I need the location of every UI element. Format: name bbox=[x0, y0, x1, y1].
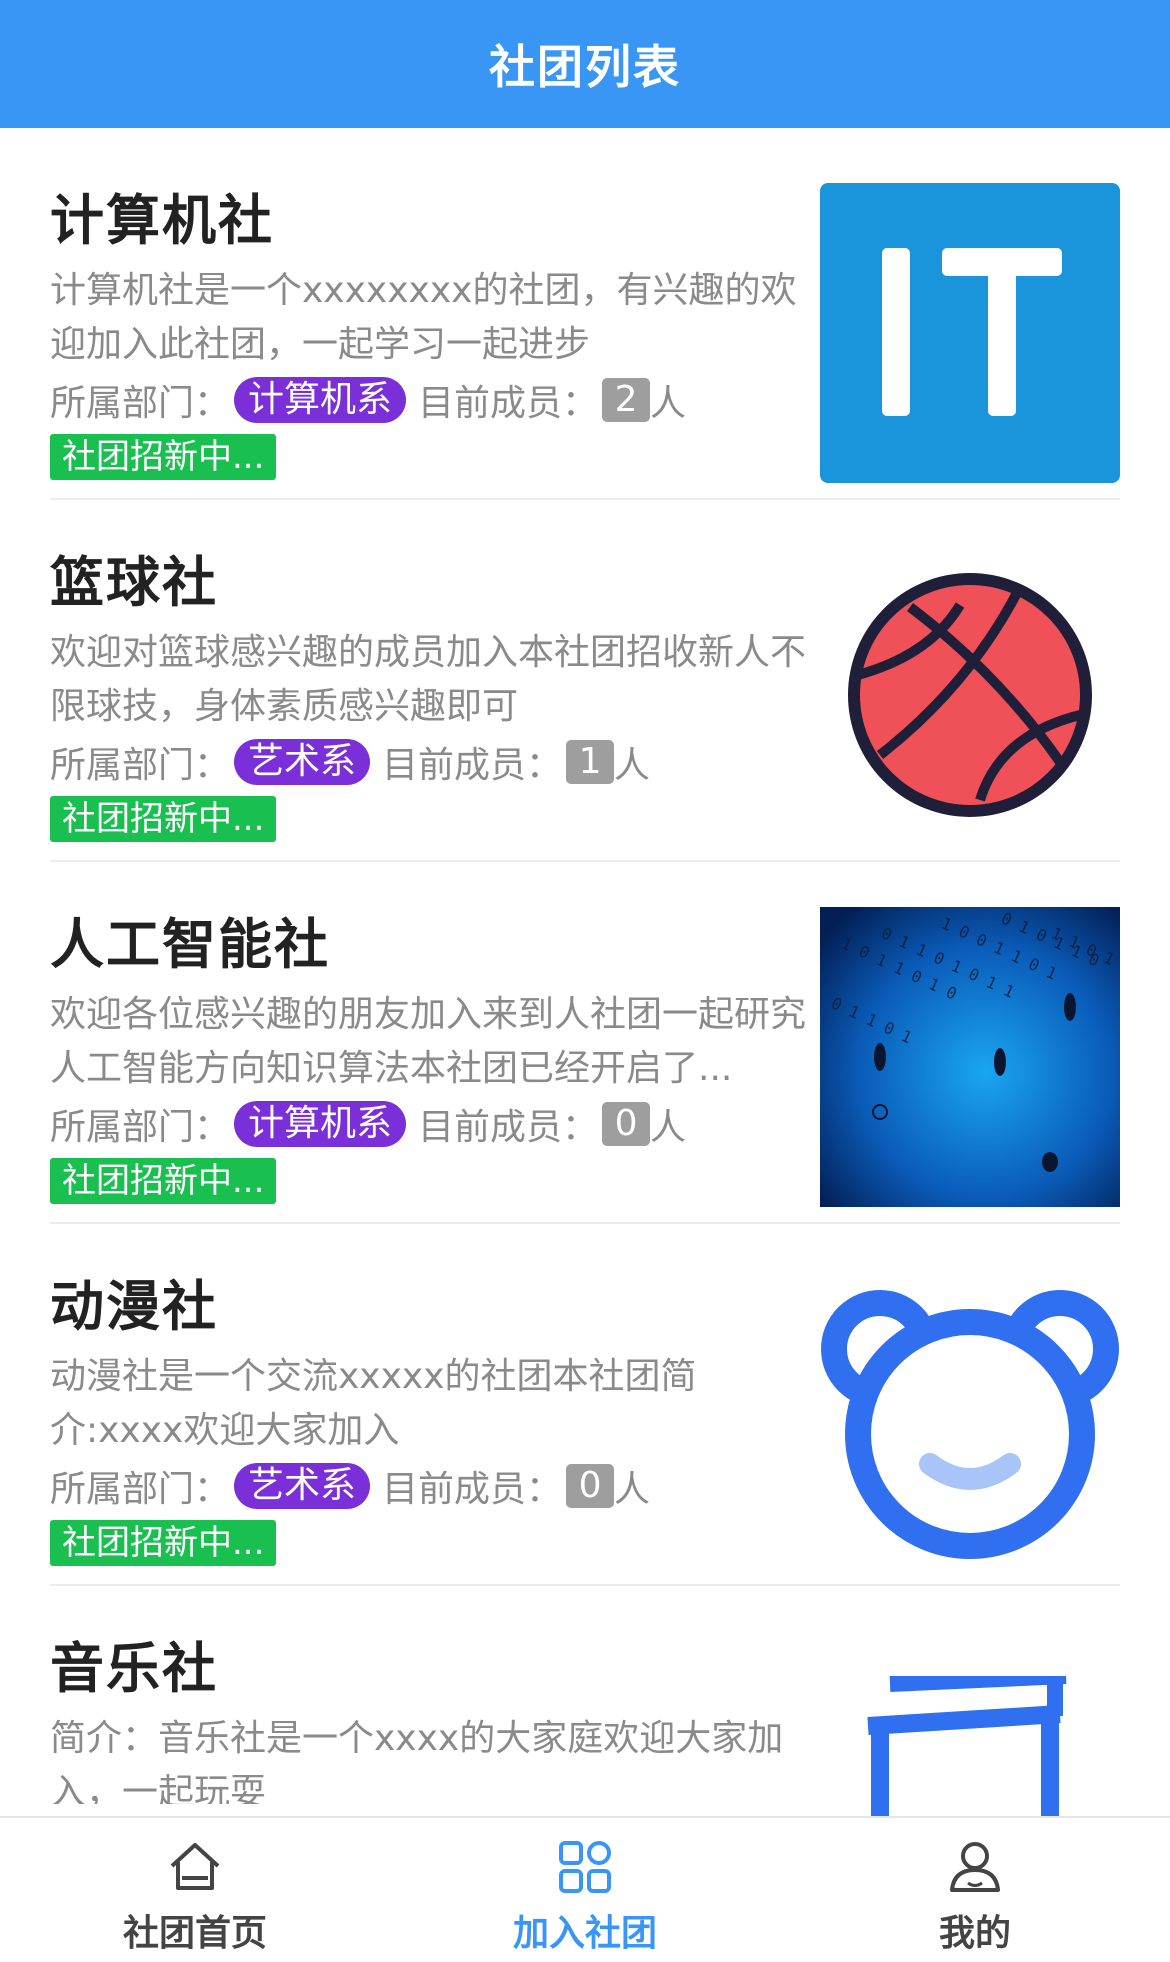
club-name: 计算机社 bbox=[50, 189, 274, 252]
grid-icon bbox=[559, 1841, 611, 1893]
members-label: 目前成员： bbox=[382, 745, 563, 786]
it-logo-icon bbox=[820, 183, 1120, 483]
person-unit: 人 bbox=[650, 1107, 687, 1148]
member-count: 0 bbox=[566, 1464, 615, 1508]
club-card-computer[interactable]: 计算机社 计算机社是一个xxxxxxxx的社团，有兴趣的欢迎加入此社团，一起学习… bbox=[50, 138, 1120, 500]
binary-data-photo-icon: 1 0 1 1 0 1 0 0 1 1 0 1 0 1 1 1 0 0 1 1 … bbox=[820, 907, 1120, 1207]
club-description: 动漫社是一个交流xxxxx的社团本社团简介:xxxx欢迎大家加入 bbox=[50, 1356, 697, 1451]
members-label: 目前成员： bbox=[418, 383, 599, 424]
recruit-status-badge: 社团招新中... bbox=[50, 1520, 277, 1566]
club-name: 动漫社 bbox=[50, 1275, 218, 1338]
person-unit: 人 bbox=[614, 1469, 651, 1510]
basketball-icon bbox=[848, 573, 1092, 817]
club-name: 人工智能社 bbox=[50, 913, 330, 976]
member-count: 1 bbox=[566, 740, 615, 784]
tab-label: 社团首页 bbox=[122, 1913, 267, 1954]
app-root: 社团列表 计算机社 计算机社是一个xxxxxxxx的社团，有兴趣的欢迎加入此社团… bbox=[0, 0, 1170, 1962]
recruit-status-badge: 社团招新中... bbox=[50, 434, 277, 480]
club-meta: 所属部门： 艺术系 目前成员： 0 人 bbox=[50, 1460, 650, 1512]
club-card-music[interactable]: 音乐社 简介：音乐社是一个xxxx的大家庭欢迎大家加入，一起玩耍 bbox=[50, 1586, 1120, 1816]
club-meta: 所属部门： 计算机系 目前成员： 0 人 bbox=[50, 1098, 686, 1150]
club-description: 欢迎对篮球感兴趣的成员加入本社团招收新人不限球技，身体素质感兴趣即可 bbox=[50, 632, 807, 727]
club-image: 1 0 1 1 0 1 0 0 1 1 0 1 0 1 1 1 0 0 1 1 … bbox=[820, 907, 1120, 1207]
club-image bbox=[820, 183, 1120, 483]
tab-profile[interactable]: 我的 bbox=[780, 1818, 1170, 1962]
dept-tag: 计算机系 bbox=[234, 1101, 407, 1147]
recruit-status-badge: 社团招新中... bbox=[50, 796, 277, 842]
dept-label: 所属部门： bbox=[50, 1469, 231, 1510]
tab-join-club[interactable]: 加入社团 bbox=[390, 1818, 780, 1962]
person-unit: 人 bbox=[614, 745, 651, 786]
club-description: 简介：音乐社是一个xxxx的大家庭欢迎大家加入，一起玩耍 bbox=[50, 1718, 784, 1804]
club-meta: 所属部门： 艺术系 目前成员： 1 人 bbox=[50, 736, 650, 788]
club-image bbox=[820, 1269, 1120, 1569]
dept-tag: 计算机系 bbox=[234, 377, 407, 423]
dept-label: 所属部门： bbox=[50, 1107, 231, 1148]
members-label: 目前成员： bbox=[418, 1107, 599, 1148]
club-image bbox=[820, 545, 1120, 845]
club-name: 篮球社 bbox=[50, 551, 218, 614]
bear-face-icon bbox=[821, 1290, 1119, 1559]
recruit-status-badge: 社团招新中... bbox=[50, 1158, 277, 1204]
dept-label: 所属部门： bbox=[50, 745, 231, 786]
tab-label: 我的 bbox=[938, 1913, 1011, 1954]
club-image bbox=[820, 1631, 1120, 1816]
club-name: 音乐社 bbox=[50, 1637, 218, 1700]
tab-label: 加入社团 bbox=[512, 1913, 657, 1954]
club-card-anime[interactable]: 动漫社 动漫社是一个交流xxxxx的社团本社团简介:xxxx欢迎大家加入 所属部… bbox=[50, 1224, 1120, 1586]
page-title: 社团列表 bbox=[489, 40, 681, 94]
club-description: 欢迎各位感兴趣的朋友加入来到人社团一起研究人工智能方向知识算法本社团已经开启了.… bbox=[50, 994, 807, 1089]
members-label: 目前成员： bbox=[382, 1469, 563, 1510]
bottom-tab-bar: 社团首页 加入社团 我的 bbox=[0, 1816, 1170, 1962]
dept-tag: 艺术系 bbox=[234, 1463, 371, 1509]
top-nav-bar: 社团列表 bbox=[0, 0, 1170, 128]
user-icon bbox=[950, 1842, 1000, 1892]
club-description: 计算机社是一个xxxxxxxx的社团，有兴趣的欢迎加入此社团，一起学习一起进步 bbox=[50, 270, 797, 365]
dept-tag: 艺术系 bbox=[234, 739, 371, 785]
club-list[interactable]: 计算机社 计算机社是一个xxxxxxxx的社团，有兴趣的欢迎加入此社团，一起学习… bbox=[0, 128, 1170, 1816]
home-icon bbox=[170, 1843, 220, 1890]
member-count: 0 bbox=[602, 1102, 651, 1146]
person-unit: 人 bbox=[650, 383, 687, 424]
club-meta: 所属部门： 计算机系 目前成员： 2 人 bbox=[50, 374, 686, 426]
club-card-ai[interactable]: 人工智能社 欢迎各位感兴趣的朋友加入来到人社团一起研究人工智能方向知识算法本社团… bbox=[50, 862, 1120, 1224]
dept-label: 所属部门： bbox=[50, 383, 231, 424]
music-gate-icon bbox=[867, 1676, 1067, 1816]
member-count: 2 bbox=[602, 378, 651, 422]
club-card-basketball[interactable]: 篮球社 欢迎对篮球感兴趣的成员加入本社团招收新人不限球技，身体素质感兴趣即可 所… bbox=[50, 500, 1120, 862]
tab-home[interactable]: 社团首页 bbox=[0, 1818, 390, 1962]
